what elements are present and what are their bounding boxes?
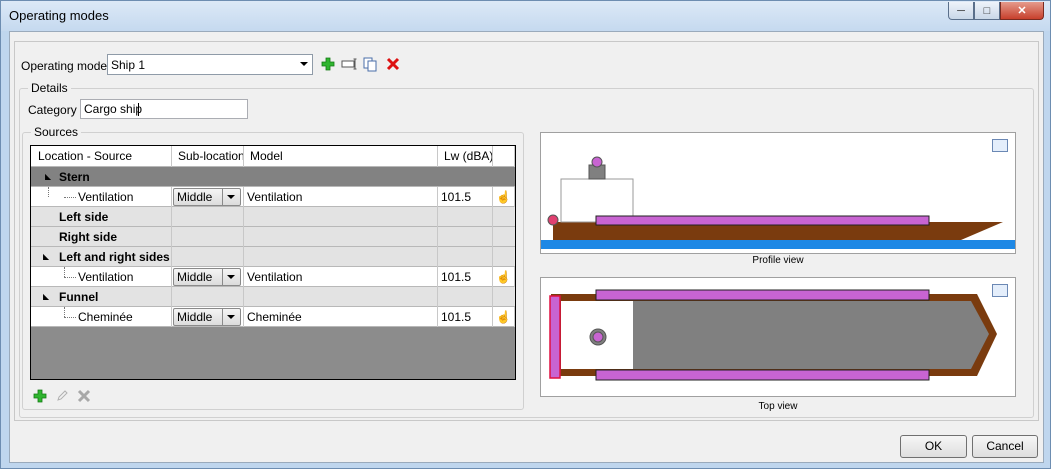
row-source: Cheminée <box>31 307 172 327</box>
water <box>541 240 1015 249</box>
column-header-location[interactable]: Location - Source <box>31 146 172 167</box>
funnel-source-marker <box>592 331 604 343</box>
funnel-source-marker <box>591 156 603 168</box>
row-lw: 101.5 <box>438 187 493 207</box>
right-tank <box>595 369 930 381</box>
group-label: Left side <box>59 210 109 224</box>
table-row[interactable]: Stern ◣ <box>31 167 515 187</box>
table-row[interactable]: Cheminée Middle Cheminée 101.5 ☝ <box>31 307 515 327</box>
left-tank <box>595 289 930 301</box>
profile-view-caption: Profile view <box>752 255 804 266</box>
row-location: Left and right sides <box>31 247 172 267</box>
stern-source-marker <box>549 295 561 379</box>
table-row[interactable]: Ventilation Middle Ventilation 101.5 ☝ <box>31 187 515 207</box>
window-title: Operating modes <box>9 8 109 23</box>
column-header-action <box>493 146 515 167</box>
top-view-caption: Top view <box>758 401 798 412</box>
image-icon[interactable] <box>992 284 1008 297</box>
profile-view-drawing <box>541 156 1015 249</box>
row-source: Ventilation <box>31 267 172 287</box>
ok-button[interactable]: OK <box>900 435 967 458</box>
operating-mode-combo[interactable]: Ship 1 <box>107 54 313 75</box>
rename-icon[interactable] <box>341 56 357 72</box>
hand-pointer-icon[interactable]: ☝ <box>493 267 515 287</box>
close-icon: ✕ <box>1017 5 1027 17</box>
chevron-down-icon <box>300 62 308 66</box>
maximize-icon: □ <box>983 4 991 17</box>
edit-source-icon <box>54 388 70 404</box>
group-label: Right side <box>59 230 118 244</box>
operating-modes-window: Operating modes ─ □ ✕ Operating mode Shi… <box>0 0 1051 469</box>
sublocation-value: Middle <box>177 270 213 284</box>
grid-header: Location - Source Sub-location Model Lw … <box>31 146 515 167</box>
table-row[interactable]: Right side <box>31 227 515 247</box>
top-view[interactable] <box>540 277 1016 397</box>
column-header-model[interactable]: Model <box>244 146 438 167</box>
row-location: Left side <box>31 207 172 227</box>
title-bar[interactable]: Operating modes ─ □ ✕ <box>1 1 1050 31</box>
row-model: Cheminée <box>244 307 438 327</box>
sublocation-select[interactable]: Middle <box>173 268 241 286</box>
side-tank <box>595 215 930 226</box>
row-location: Stern <box>31 167 172 187</box>
column-header-lw[interactable]: Lw (dBA) <box>438 146 493 167</box>
cancel-button[interactable]: Cancel <box>972 435 1038 458</box>
row-model: Ventilation <box>244 267 438 287</box>
top-view-drawing <box>549 289 997 381</box>
hand-pointer-icon[interactable]: ☝ <box>493 307 515 327</box>
text-caret <box>138 103 139 116</box>
sublocation-select[interactable]: Middle <box>173 308 241 326</box>
sublocation-select[interactable]: Middle <box>173 188 241 206</box>
operating-mode-label: Operating mode <box>21 59 108 73</box>
sublocation-value: Middle <box>177 310 213 324</box>
row-location: Funnel <box>31 287 172 307</box>
category-label: Category <box>28 103 77 117</box>
table-row[interactable]: ◣ Funnel <box>31 287 515 307</box>
hand-pointer-icon[interactable]: ☝ <box>493 187 515 207</box>
sources-grid[interactable]: Location - Source Sub-location Model Lw … <box>30 145 516 380</box>
profile-view[interactable] <box>540 132 1016 254</box>
row-location: Right side <box>31 227 172 247</box>
row-lw: 101.5 <box>438 267 493 287</box>
delete-icon[interactable] <box>385 56 401 72</box>
row-lw: 101.5 <box>438 307 493 327</box>
table-row[interactable]: ◣ Left and right sides <box>31 247 515 267</box>
category-input[interactable]: Cargo ship <box>80 99 248 119</box>
sources-title: Sources <box>31 125 82 139</box>
add-icon[interactable] <box>320 56 336 72</box>
minimize-button[interactable]: ─ <box>948 2 974 20</box>
group-label: Stern <box>59 170 90 184</box>
details-title: Details <box>28 81 71 95</box>
chevron-down-icon[interactable] <box>222 309 240 325</box>
chevron-down-icon[interactable] <box>222 189 240 205</box>
dialog-client-area: Operating mode Ship 1 Details Category C… <box>9 31 1044 463</box>
row-source: Ventilation <box>31 187 172 207</box>
expand-icon[interactable]: ◣ <box>45 172 51 181</box>
delete-source-icon <box>76 388 92 404</box>
add-source-icon[interactable] <box>32 388 48 404</box>
sublocation-value: Middle <box>177 190 213 204</box>
row-model: Ventilation <box>244 187 438 207</box>
column-header-sublocation[interactable]: Sub-location <box>172 146 244 167</box>
image-icon[interactable] <box>992 139 1008 152</box>
chevron-down-icon[interactable] <box>222 269 240 285</box>
close-button[interactable]: ✕ <box>1000 2 1044 20</box>
minimize-icon: ─ <box>957 4 965 17</box>
category-value: Cargo ship <box>84 102 143 116</box>
group-label: Left and right sides <box>59 250 170 264</box>
operating-mode-value: Ship 1 <box>111 58 146 72</box>
group-label: Funnel <box>59 290 99 304</box>
maximize-button[interactable]: □ <box>974 2 1000 20</box>
table-row[interactable]: Ventilation Middle Ventilation 101.5 ☝ <box>31 267 515 287</box>
table-row[interactable]: Left side <box>31 207 515 227</box>
stern-source-marker <box>547 214 559 226</box>
copy-icon[interactable] <box>362 56 378 72</box>
